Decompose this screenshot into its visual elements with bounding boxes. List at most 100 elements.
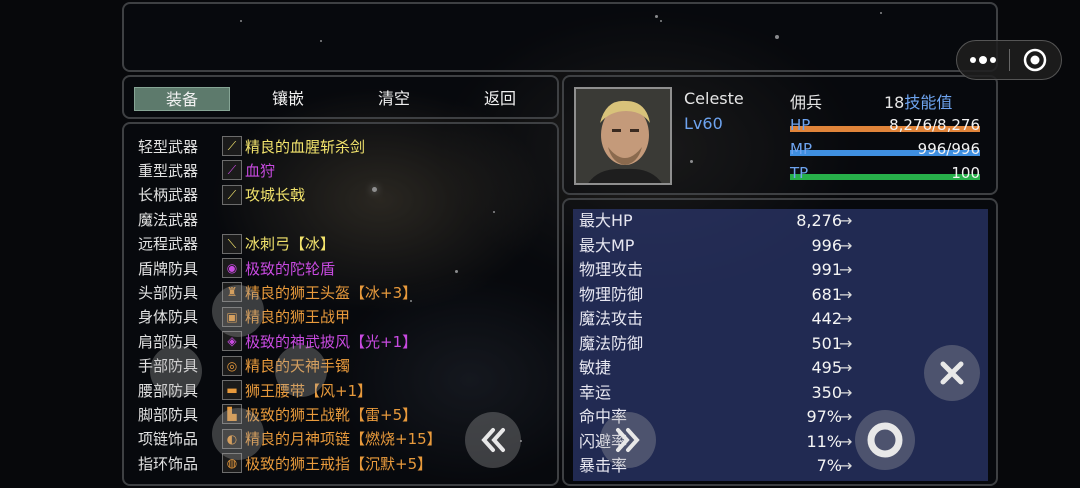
dpad-right-button[interactable]: [275, 345, 327, 397]
tp-value: 100: [951, 164, 980, 182]
top-panel: [122, 2, 998, 72]
halberd-icon: ⟋: [222, 184, 242, 205]
equip-row[interactable]: 盾牌防具 ◉ 极致的陀轮盾: [138, 256, 335, 280]
stat-row: 幸运 350 →: [579, 381, 982, 405]
miniapp-capsule: [956, 40, 1062, 80]
page-next-button[interactable]: [600, 412, 656, 468]
equip-slot-name: 项链饰品: [138, 430, 199, 449]
tab-equip[interactable]: 装备: [134, 87, 230, 111]
stat-value: 495: [811, 358, 842, 377]
tp-label: TP: [790, 164, 809, 182]
equip-item-name: 极致的神武披风【光+1】: [245, 332, 418, 351]
equip-row[interactable]: 指环饰品 ◍ 极致的狮王戒指【沉默+5】: [138, 451, 432, 475]
greatsword-icon: ⟋: [222, 160, 242, 181]
skill-points-num: 18: [884, 93, 905, 112]
dpad-left-button[interactable]: [150, 345, 202, 397]
close-icon: [940, 361, 964, 385]
character-portrait: [574, 87, 672, 185]
bracelet-icon: ◎: [222, 355, 242, 376]
stat-label: 魔法攻击: [579, 309, 644, 328]
stat-value: 11%: [806, 431, 842, 451]
equip-item-name: 精良的血腥斩杀剑: [245, 137, 366, 156]
stat-row: 物理攻击 991 →: [579, 258, 982, 282]
stat-value: 442: [811, 309, 842, 328]
equip-slot-name: 头部防具: [138, 283, 199, 302]
stat-arrow: →: [839, 333, 853, 353]
hp-value: 8,276/8,276: [889, 116, 980, 134]
equip-item-name: 攻城长戟: [245, 186, 306, 205]
skill-points: 18技能值: [884, 89, 952, 113]
more-button[interactable]: [957, 41, 1009, 79]
stat-row: 物理防御 681 →: [579, 283, 982, 307]
stat-label: 物理防御: [579, 284, 644, 304]
equip-slot-name: 身体防具: [138, 308, 199, 327]
mp-bar: MP 996/996: [790, 139, 980, 159]
mp-value: 996/996: [917, 140, 980, 158]
character-panel: Celeste Lv60 佣兵 18技能值 HP 8,276/8,276 MP …: [562, 75, 998, 195]
stat-row: 魔法防御 501 →: [579, 332, 982, 356]
character-class: 佣兵: [790, 93, 823, 112]
stat-arrow: →: [839, 211, 853, 230]
equip-slot-name: 重型武器: [138, 161, 199, 180]
stat-arrow: →: [839, 235, 853, 255]
hp-bar: HP 8,276/8,276: [790, 115, 980, 135]
ring-icon: [867, 422, 903, 458]
dpad-down-button[interactable]: [212, 408, 264, 460]
equip-row[interactable]: 轻型武器 ⟋ 精良的血腥斩杀剑: [138, 134, 365, 158]
equip-row[interactable]: 长柄武器 ⟋ 攻城长戟: [138, 183, 305, 207]
stat-arrow: →: [839, 260, 853, 279]
equip-slot-name: 远程武器: [138, 235, 199, 254]
stat-value: 501: [811, 333, 842, 353]
equip-slot-name: 脚部防具: [138, 405, 199, 424]
stat-arrow: →: [839, 456, 853, 475]
equip-row[interactable]: 脚部防具 ▙ 极致的狮王战靴【雷+5】: [138, 402, 417, 426]
equip-item-name: 血狩: [245, 161, 276, 180]
tab-back[interactable]: 返回: [452, 87, 548, 111]
stat-label: 幸运: [579, 382, 612, 402]
hp-label: HP: [790, 116, 811, 134]
shield-icon: ◉: [222, 258, 242, 278]
equip-row[interactable]: 魔法武器: [138, 207, 245, 231]
confirm-button[interactable]: [855, 410, 915, 470]
stat-value: 8,276: [796, 211, 842, 230]
equip-slot-name: 魔法武器: [138, 210, 199, 229]
equip-row[interactable]: 头部防具 ♜ 精良的狮王头盔【冰+3】: [138, 280, 417, 304]
tab-clear[interactable]: 清空: [346, 87, 442, 111]
equip-slot-name: 轻型武器: [138, 137, 199, 156]
mp-label: MP: [790, 140, 812, 158]
belt-icon: ▬: [222, 380, 242, 400]
double-chevron-right-icon: [616, 428, 640, 452]
equip-slot-name: 盾牌防具: [138, 259, 199, 278]
stat-value: 991: [811, 260, 842, 279]
stat-value: 681: [811, 284, 842, 304]
equip-row[interactable]: 项链饰品 ◐ 精良的月神项链【燃烧+15】: [138, 427, 442, 451]
tab-bar: 装备 镶嵌 清空 返回: [122, 75, 559, 119]
more-dots-icon: [969, 56, 996, 64]
equip-row[interactable]: 重型武器 ⟋ 血狩: [138, 158, 275, 182]
double-chevron-left-icon: [481, 428, 505, 452]
stat-arrow: →: [839, 382, 853, 402]
stat-arrow: →: [839, 407, 853, 426]
page-prev-button[interactable]: [465, 412, 521, 468]
stat-label: 物理攻击: [579, 260, 644, 279]
tab-inlay[interactable]: 镶嵌: [240, 87, 336, 111]
stat-row: 最大MP 996 →: [579, 234, 982, 258]
stat-row: 最大HP 8,276 →: [579, 209, 982, 233]
dpad-up-button[interactable]: [212, 285, 264, 337]
stat-arrow: →: [839, 284, 853, 304]
stat-label: 最大HP: [579, 211, 633, 230]
bow-icon: ⟍: [222, 233, 242, 254]
character-level: Lv60: [684, 114, 723, 133]
character-name: Celeste: [684, 89, 744, 108]
equip-slot-name: 长柄武器: [138, 186, 199, 205]
cancel-button[interactable]: [924, 345, 980, 401]
stat-row: 魔法攻击 442 →: [579, 307, 982, 331]
stat-label: 最大MP: [579, 235, 635, 255]
stat-arrow: →: [839, 358, 853, 377]
close-app-button[interactable]: [1010, 41, 1062, 79]
equip-row[interactable]: 远程武器 ⟍ 冰刺弓【冰】: [138, 232, 335, 256]
tp-bar: TP 100: [790, 163, 980, 183]
equip-item-name: 精良的狮王头盔【冰+3】: [245, 283, 418, 302]
stat-row: 敏捷 495 →: [579, 356, 982, 380]
stat-arrow: →: [839, 431, 853, 451]
